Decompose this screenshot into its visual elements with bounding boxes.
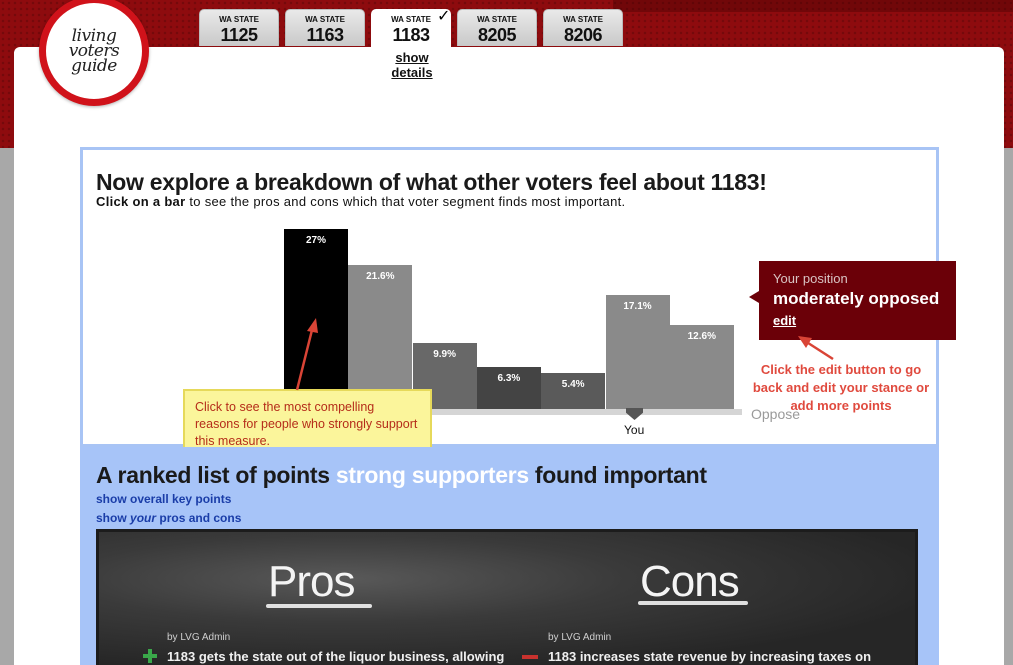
show-details-line-1: show — [395, 50, 429, 65]
tab-measure-number: 1163 — [306, 25, 344, 45]
tab-state-label: WA STATE — [305, 15, 345, 24]
con-point[interactable]: 1183 increases state revenue by increasi… — [548, 649, 871, 664]
show-your-pros-cons-link[interactable]: show your pros and cons — [96, 511, 241, 525]
edit-position-link[interactable]: edit — [773, 313, 796, 328]
ranked-list-heading: A ranked list of points strong supporter… — [96, 462, 707, 489]
edit-help-note: Click the edit button to go back and edi… — [752, 362, 930, 413]
bar-value-label: 12.6% — [687, 331, 716, 342]
you-label: You — [624, 423, 645, 437]
tab-8205[interactable]: WA STATE 8205 — [457, 9, 537, 46]
logo-line-3: guide — [71, 55, 117, 76]
bar-value-label: 6.3% — [497, 373, 521, 384]
segment-bar[interactable]: 6.3% — [476, 367, 541, 409]
link-post: pros and cons — [156, 511, 242, 525]
logo-text: living voters guide — [69, 27, 120, 76]
living-voters-guide-logo[interactable]: living voters guide — [39, 0, 149, 106]
instruction-bold: Click on a bar — [96, 194, 186, 209]
con-byline: by LVG Admin — [548, 632, 612, 643]
show-overall-key-points-link[interactable]: show overall key points — [96, 492, 231, 506]
measure-tabs: WA STATE 1125 WA STATE 1163 WA STATE 118… — [199, 9, 629, 49]
tab-measure-number: 8205 — [477, 25, 517, 45]
segment-bar[interactable]: 21.6% — [348, 265, 413, 409]
link-em: your — [130, 511, 157, 525]
heading-post: found important — [528, 462, 707, 488]
tab-measure-number: 1125 — [220, 25, 258, 45]
pros-title: Pros — [268, 557, 355, 606]
selected-checkmark-icon: ✓ — [437, 8, 451, 25]
plus-icon — [143, 649, 157, 663]
segment-bar[interactable]: 17.1% — [605, 295, 670, 409]
tab-8206[interactable]: WA STATE 8206 — [543, 9, 623, 46]
tab-state-label: WA STATE — [219, 15, 259, 24]
breakdown-title: Now explore a breakdown of what other vo… — [96, 169, 767, 195]
segment-bar[interactable]: 12.6% — [669, 325, 734, 409]
tab-1163[interactable]: WA STATE 1163 — [285, 9, 365, 46]
pros-cons-board — [96, 529, 918, 665]
position-value: moderately opposed — [773, 289, 940, 308]
tab-1125[interactable]: WA STATE 1125 — [199, 9, 279, 46]
cons-title: Cons — [640, 557, 740, 606]
bar-value-label: 5.4% — [561, 379, 585, 390]
heading-segment: strong supporters — [335, 462, 529, 488]
tab-state-label: WA STATE — [477, 15, 517, 24]
pro-point[interactable]: 1183 gets the state out of the liquor bu… — [167, 649, 504, 664]
show-details-line-2: details — [391, 65, 433, 80]
help-tooltip: Click to see the most compelling reasons… — [183, 389, 432, 455]
instruction-rest: to see the pros and cons which that vote… — [185, 194, 626, 209]
bar-value-label: 27% — [305, 235, 326, 246]
bar-value-label: 17.1% — [623, 301, 652, 312]
cons-underline — [638, 601, 748, 605]
segment-bar[interactable]: 5.4% — [541, 373, 606, 409]
tab-state-label: WA STATE — [563, 15, 603, 24]
show-details-link[interactable]: show details — [384, 50, 440, 80]
link-pre: show — [96, 511, 131, 525]
tab-measure-number: 1183 — [392, 25, 430, 45]
segment-bar[interactable]: 27% — [284, 229, 348, 409]
bar-value-label: 9.9% — [433, 349, 456, 360]
pros-underline — [266, 604, 372, 608]
heading-pre: A ranked list of points — [96, 462, 336, 488]
tab-measure-number: 8206 — [563, 25, 603, 45]
bar-value-label: 21.6% — [366, 271, 395, 282]
pro-byline: by LVG Admin — [167, 632, 231, 643]
position-title: Your position — [773, 271, 848, 286]
minus-icon — [522, 655, 538, 659]
your-position-box: Your position moderately opposed edit — [749, 261, 956, 340]
breakdown-instruction: Click on a bar to see the pros and cons … — [96, 194, 625, 209]
